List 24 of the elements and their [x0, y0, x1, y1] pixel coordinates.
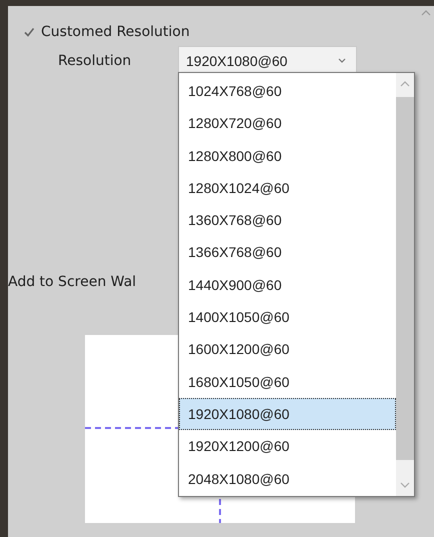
scroll-down-icon[interactable] [400, 482, 410, 488]
checkbox-label: Customed Resolution [41, 24, 190, 40]
resolution-option[interactable]: 1440X900@60 [179, 268, 396, 302]
resolution-option[interactable]: 1920X1080@60 [179, 398, 396, 430]
resolution-dropdown[interactable]: 1920X1080@60 [178, 46, 357, 75]
resolution-option[interactable]: 2048X1080@60 [179, 462, 396, 495]
resolution-option[interactable]: 1280X800@60 [179, 140, 396, 172]
resolution-option[interactable]: 1024X768@60 [179, 75, 396, 108]
scroll-up-icon[interactable] [400, 81, 410, 87]
resolution-option[interactable]: 1280X720@60 [179, 107, 396, 140]
scroll-up-icon[interactable] [421, 10, 431, 16]
resolution-option[interactable]: 1680X1050@60 [179, 366, 396, 398]
dashed-guide-line [219, 499, 221, 523]
checkbox[interactable] [22, 26, 35, 38]
resolution-option[interactable]: 1600X1200@60 [179, 333, 396, 366]
resolution-option[interactable]: 1366X768@60 [179, 236, 396, 269]
chevron-down-icon[interactable] [338, 58, 346, 63]
screen-wall-label: Add to Screen Wal [8, 274, 136, 290]
resolution-option[interactable]: 1920X1200@60 [179, 430, 396, 463]
resolution-option[interactable]: 1360X768@60 [179, 204, 396, 236]
resolution-label: Resolution [58, 52, 132, 68]
scrollbar[interactable] [396, 73, 414, 496]
resolution-option[interactable]: 1280X1024@60 [179, 172, 396, 204]
resolution-option[interactable]: 1400X1050@60 [179, 301, 396, 334]
